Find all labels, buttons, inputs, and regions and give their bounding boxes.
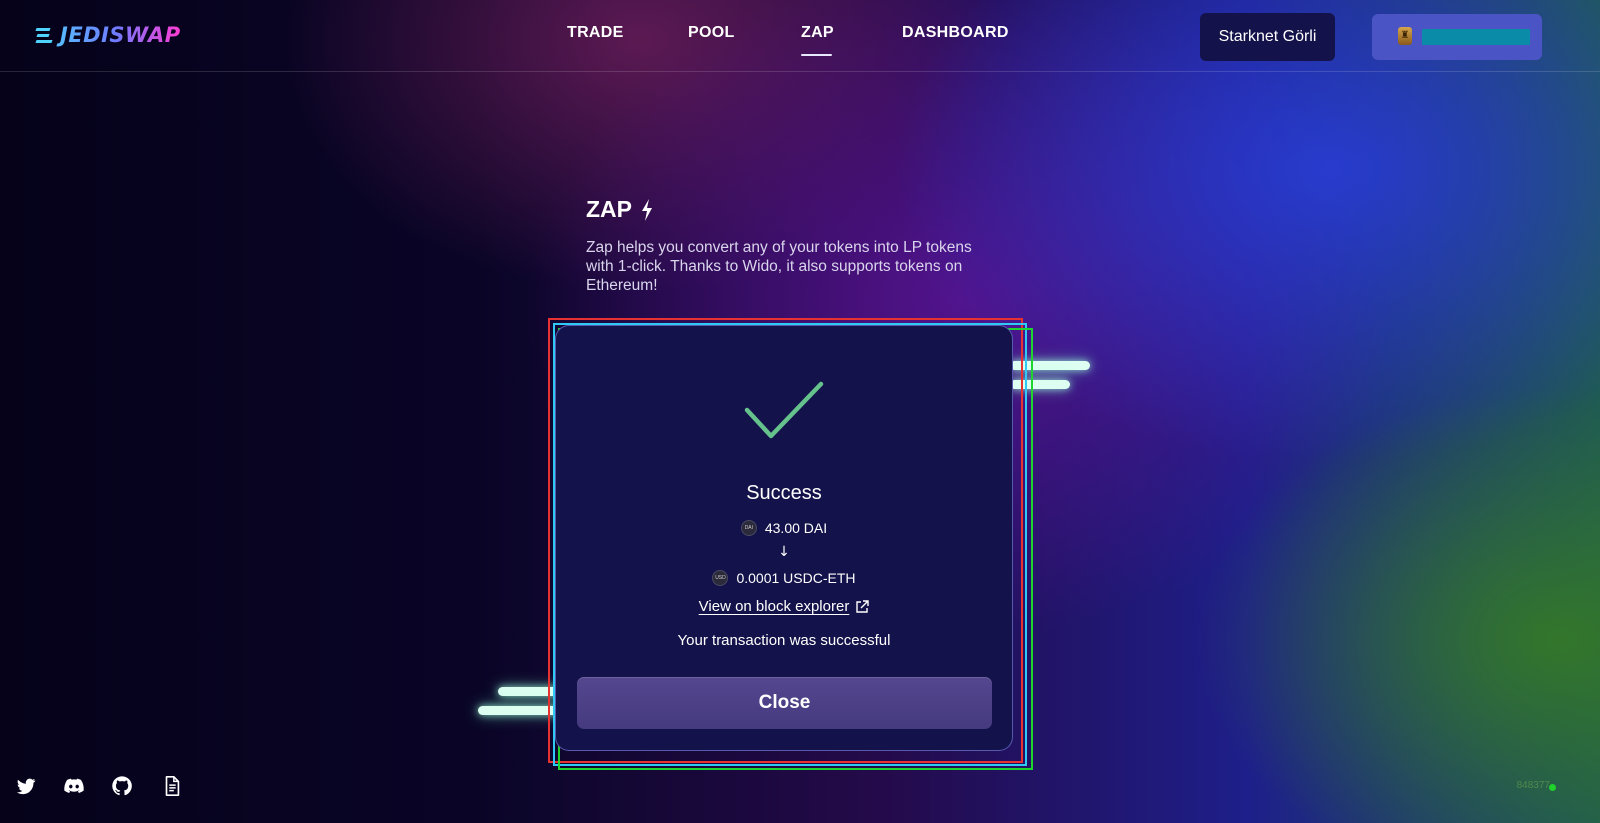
- docs-icon[interactable]: [161, 775, 183, 797]
- success-check-icon: [744, 381, 824, 439]
- arrow-down-icon: ↓: [778, 544, 790, 560]
- wallet-account-button[interactable]: ♜: [1372, 14, 1542, 60]
- nav-item-zap[interactable]: ZAP: [801, 24, 834, 42]
- logo-mark-icon: [35, 26, 56, 44]
- wallet-avatar-icon: ♜: [1398, 27, 1412, 45]
- nav-item-pool[interactable]: POOL: [688, 24, 735, 42]
- twitter-icon[interactable]: [15, 775, 37, 797]
- wallet-address: [1422, 29, 1530, 45]
- explorer-link-text: View on block explorer: [698, 598, 850, 615]
- nav-active-indicator: [801, 54, 832, 56]
- jediswap-logo[interactable]: JEDISWAP: [35, 22, 181, 48]
- modal-title: Success: [746, 482, 822, 504]
- external-link-icon: [856, 599, 870, 613]
- view-on-explorer-link[interactable]: View on block explorer: [555, 598, 1013, 615]
- page-title: ZAP: [586, 196, 654, 223]
- page-description: Zap helps you convert any of your tokens…: [586, 239, 972, 294]
- top-header: JEDISWAP TRADE POOL ZAP DASHBOARD Starkn…: [0, 0, 1600, 72]
- light-streak: [1010, 361, 1090, 370]
- from-amount: 43.00 DAI: [764, 520, 828, 536]
- lightning-bolt-icon: [642, 198, 652, 221]
- discord-icon[interactable]: [63, 775, 85, 797]
- page-title-text: ZAP: [586, 196, 632, 222]
- transaction-status-message: Your transaction was successful: [677, 632, 891, 649]
- from-token-row: DAI 43.00 DAI: [555, 520, 1013, 536]
- network-label: Starknet Görli: [1218, 28, 1317, 45]
- network-status-dot: [1549, 784, 1556, 791]
- close-button-label: Close: [758, 692, 811, 713]
- lp-token-icon: USD: [712, 570, 729, 586]
- dai-token-icon: DAI: [740, 520, 757, 536]
- to-token-row: USD 0.0001 USDC-ETH: [555, 570, 1013, 586]
- block-number: 848377: [1516, 780, 1550, 791]
- close-button[interactable]: Close: [577, 677, 992, 729]
- to-amount: 0.0001 USDC-ETH: [736, 570, 856, 586]
- network-selector-button[interactable]: Starknet Görli: [1200, 13, 1335, 61]
- logo-text: JEDISWAP: [60, 23, 181, 47]
- github-icon[interactable]: [111, 775, 133, 797]
- light-streak: [1010, 380, 1070, 389]
- nav-item-dashboard[interactable]: DASHBOARD: [902, 24, 1009, 42]
- nav-item-trade[interactable]: TRADE: [567, 24, 624, 42]
